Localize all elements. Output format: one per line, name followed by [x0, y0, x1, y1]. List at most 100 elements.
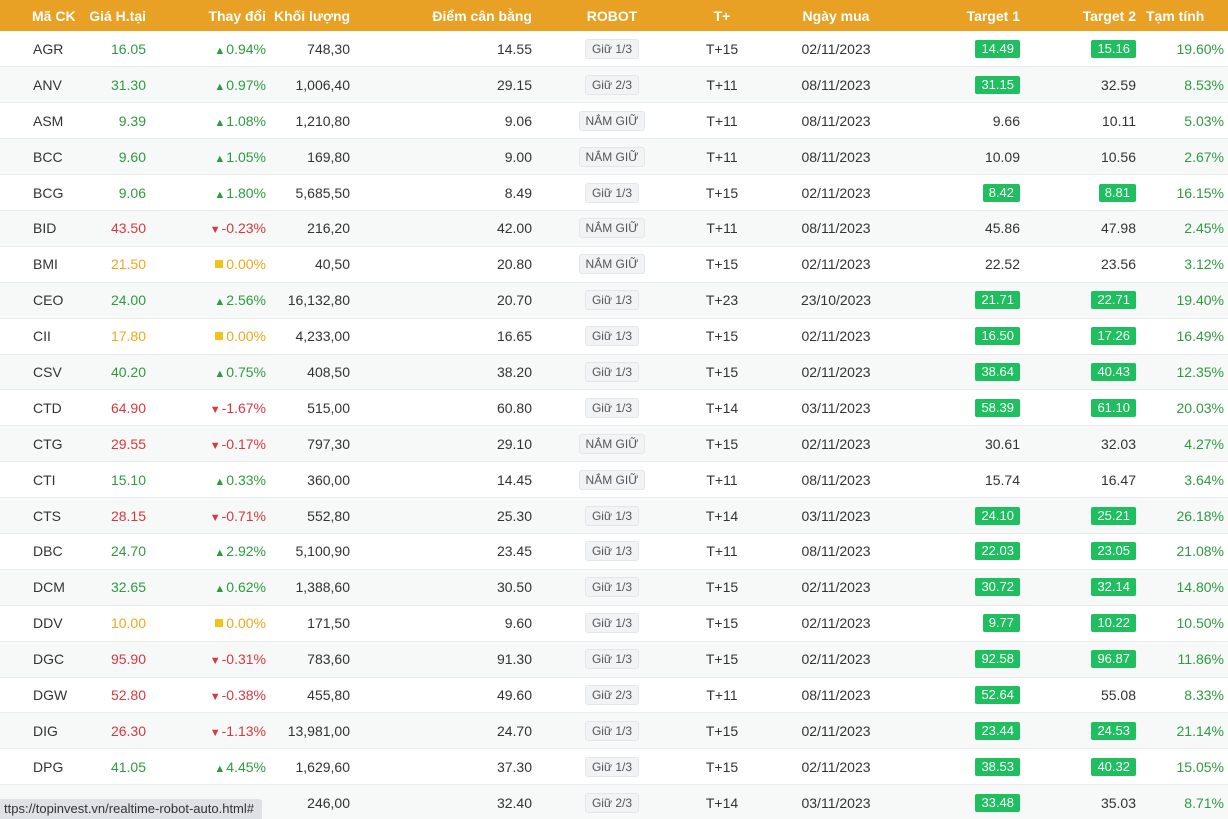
- cell-volume: 169,80: [270, 139, 354, 175]
- target1-value: 33.48: [975, 793, 1020, 812]
- buy-date-text: 08/11/2023: [801, 686, 871, 703]
- target1-value: 38.53: [975, 757, 1020, 776]
- table-row-bcc[interactable]: BCC 9.60 ▲1.05% 169,80 9.00 NẮM GIỮ T+11…: [0, 138, 1228, 175]
- volume-text: 171,50: [307, 615, 350, 632]
- cell-balance: 9.60: [354, 605, 536, 641]
- header-balance[interactable]: Điểm cân bằng: [354, 0, 536, 31]
- cell-tplus: T+15: [688, 749, 756, 785]
- table-row-ddv[interactable]: DDV 10.00 0.00% 171,50 9.60 Giữ 1/3 T+15…: [0, 605, 1228, 642]
- buy-date-text: 02/11/2023: [801, 722, 871, 739]
- table-row-bcg[interactable]: BCG 9.06 ▲1.80% 5,685,50 8.49 Giữ 1/3 T+…: [0, 174, 1228, 211]
- table-row-agr[interactable]: AGR 16.05 ▲0.94% 748,30 14.55 Giữ 1/3 T+…: [0, 31, 1228, 67]
- table-row-bid[interactable]: BID 43.50 ▼-0.23% 216,20 42.00 NẮM GIỮ T…: [0, 210, 1228, 247]
- cell-symbol[interactable]: CTS: [0, 498, 75, 534]
- cell-symbol[interactable]: DDV: [0, 605, 75, 641]
- target2-value: 40.43: [1091, 362, 1136, 381]
- cell-tplus: T+11: [688, 533, 756, 569]
- change-text: -1.13%: [221, 722, 266, 739]
- cell-volume: 408,50: [270, 354, 354, 390]
- robot-badge: Giữ 1/3: [584, 361, 640, 382]
- cell-robot: Giữ 1/3: [536, 605, 688, 641]
- cell-temp: 12.35%: [1140, 354, 1228, 390]
- cell-symbol[interactable]: ASM: [0, 103, 75, 139]
- table-row-cti[interactable]: CTI 15.10 ▲0.33% 360,00 14.45 NẮM GIỮ T+…: [0, 461, 1228, 498]
- target1-value: 52.64: [975, 685, 1020, 704]
- cell-robot: Giữ 1/3: [536, 390, 688, 426]
- table-row-cii[interactable]: CII 17.80 0.00% 4,233,00 16.65 Giữ 1/3 T…: [0, 318, 1228, 355]
- price-text: 43.50: [110, 220, 146, 237]
- volume-text: 552,80: [307, 507, 350, 524]
- cell-temp: 14.80%: [1140, 569, 1228, 605]
- cell-price: 28.15: [75, 498, 150, 534]
- cell-balance: 9.06: [354, 103, 536, 139]
- table-row-asm[interactable]: ASM 9.39 ▲1.08% 1,210,80 9.06 NẮM GIỮ T+…: [0, 102, 1228, 139]
- cell-robot: Giữ 1/3: [536, 713, 688, 749]
- table-row-cts[interactable]: CTS 28.15 ▼-0.71% 552,80 25.30 Giữ 1/3 T…: [0, 497, 1228, 534]
- tplus-text: T+15: [705, 256, 739, 273]
- cell-buy-date: 02/11/2023: [756, 426, 916, 462]
- change-text: 0.62%: [226, 579, 266, 596]
- table-row-ctg[interactable]: CTG 29.55 ▼-0.17% 797,30 29.10 NẮM GIỮ T…: [0, 425, 1228, 462]
- robot-table-page: Mã CK Giá H.tại Thay đổi Khối lượng Điểm…: [0, 0, 1228, 819]
- cell-symbol[interactable]: BID: [0, 210, 75, 246]
- balance-text: 24.70: [496, 722, 532, 739]
- cell-symbol[interactable]: ANV: [0, 67, 75, 103]
- header-temp[interactable]: Tạm tính: [1140, 0, 1228, 31]
- cell-volume: 1,210,80: [270, 103, 354, 139]
- table-row-dcm[interactable]: DCM 32.65 ▲0.62% 1,388,60 30.50 Giữ 1/3 …: [0, 569, 1228, 606]
- table-row-ctd[interactable]: CTD 64.90 ▼-1.67% 515,00 60.80 Giữ 1/3 T…: [0, 389, 1228, 426]
- cell-symbol[interactable]: BMI: [0, 246, 75, 282]
- cell-robot: Giữ 2/3: [536, 785, 688, 819]
- header-tplus[interactable]: T+: [688, 0, 756, 31]
- cell-price: 29.55: [75, 426, 150, 462]
- cell-temp: 2.67%: [1140, 139, 1228, 175]
- table-row-dbc[interactable]: DBC 24.70 ▲2.92% 5,100,90 23.45 Giữ 1/3 …: [0, 533, 1228, 570]
- header-robot[interactable]: ROBOT: [536, 0, 688, 31]
- header-buy-date[interactable]: Ngày mua: [756, 0, 916, 31]
- table-row-ceo[interactable]: CEO 24.00 ▲2.56% 16,132,80 20.70 Giữ 1/3…: [0, 282, 1228, 319]
- cell-symbol[interactable]: DGW: [0, 677, 75, 713]
- cell-symbol[interactable]: CSV: [0, 354, 75, 390]
- table-row-dgw[interactable]: DGW 52.80 ▼-0.38% 455,80 49.60 Giữ 2/3 T…: [0, 677, 1228, 713]
- table-row-dgc[interactable]: DGC 95.90 ▼-0.31% 783,60 91.30 Giữ 1/3 T…: [0, 641, 1228, 678]
- header-symbol[interactable]: Mã CK: [0, 0, 75, 31]
- header-volume[interactable]: Khối lượng: [270, 0, 354, 31]
- cell-symbol[interactable]: CII: [0, 318, 75, 354]
- header-target2[interactable]: Target 2: [1024, 0, 1140, 31]
- cell-temp: 21.08%: [1140, 533, 1228, 569]
- header-price[interactable]: Giá H.tại: [75, 0, 150, 31]
- symbol-text: AGR: [33, 40, 64, 57]
- table-row-anv[interactable]: ANV 31.30 ▲0.97% 1,006,40 29.15 Giữ 2/3 …: [0, 66, 1228, 103]
- cell-symbol[interactable]: CTG: [0, 426, 75, 462]
- temp-text: 15.05%: [1176, 758, 1224, 775]
- header-change[interactable]: Thay đổi: [150, 0, 270, 31]
- change-text: 1.80%: [226, 184, 266, 201]
- cell-symbol[interactable]: CEO: [0, 282, 75, 318]
- table-row-csv[interactable]: CSV 40.20 ▲0.75% 408,50 38.20 Giữ 1/3 T+…: [0, 354, 1228, 390]
- cell-tplus: T+15: [688, 31, 756, 67]
- header-target1[interactable]: Target 1: [916, 0, 1024, 31]
- cell-symbol[interactable]: DPG: [0, 749, 75, 785]
- cell-symbol[interactable]: DCM: [0, 569, 75, 605]
- cell-symbol[interactable]: BCG: [0, 175, 75, 211]
- cell-change: ▼-1.13%: [150, 713, 270, 749]
- target2-value: 16.47: [1100, 471, 1136, 488]
- cell-symbol[interactable]: CTD: [0, 390, 75, 426]
- cell-buy-date: 02/11/2023: [756, 641, 916, 677]
- temp-text: 8.53%: [1184, 76, 1224, 93]
- target2-value: 32.59: [1100, 76, 1136, 93]
- table-row-dpg[interactable]: DPG 41.05 ▲4.45% 1,629,60 37.30 Giữ 1/3 …: [0, 748, 1228, 785]
- temp-text: 4.27%: [1184, 435, 1224, 452]
- cell-symbol[interactable]: BCC: [0, 139, 75, 175]
- table-row-dig[interactable]: DIG 26.30 ▼-1.13% 13,981,00 24.70 Giữ 1/…: [0, 712, 1228, 749]
- cell-volume: 40,50: [270, 246, 354, 282]
- cell-symbol[interactable]: DIG: [0, 713, 75, 749]
- cell-symbol[interactable]: AGR: [0, 31, 75, 67]
- cell-symbol[interactable]: DGC: [0, 641, 75, 677]
- table-row-bmi[interactable]: BMI 21.50 0.00% 40,50 20.80 NẮM GIỮ T+15…: [0, 246, 1228, 283]
- cell-symbol[interactable]: CTI: [0, 462, 75, 498]
- temp-text: 21.08%: [1176, 543, 1224, 560]
- cell-robot: Giữ 1/3: [536, 569, 688, 605]
- cell-buy-date: 02/11/2023: [756, 569, 916, 605]
- cell-symbol[interactable]: DBC: [0, 533, 75, 569]
